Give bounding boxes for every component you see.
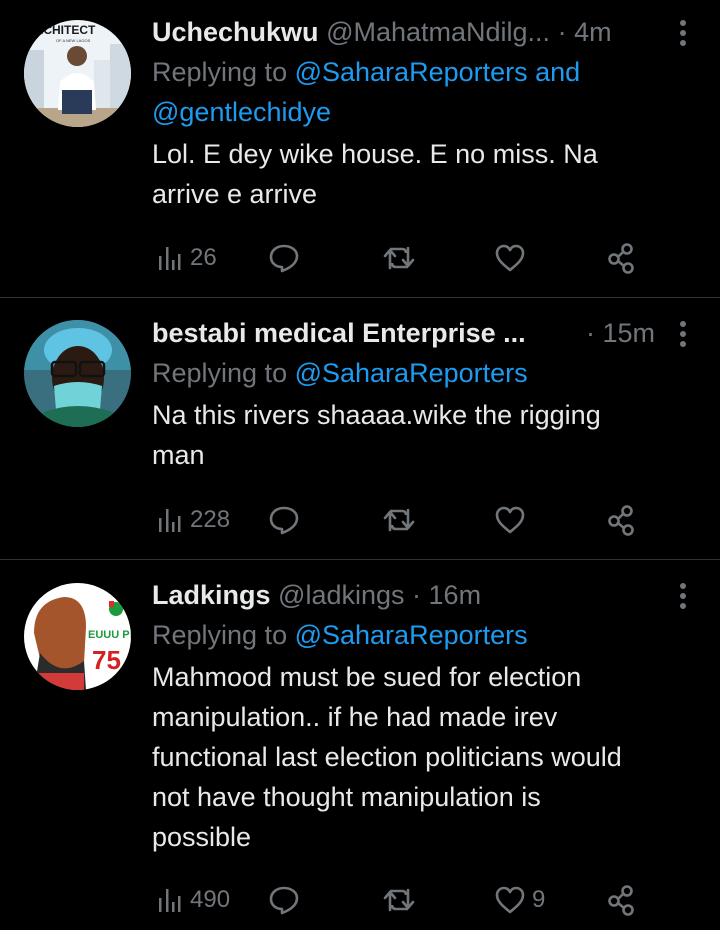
more-options-icon[interactable] [680, 321, 686, 347]
replying-to: Replying to @SaharaReporters [152, 615, 700, 655]
avatar[interactable]: EUUU P! 75 [24, 583, 131, 690]
more-options-icon[interactable] [680, 20, 686, 46]
reply-button[interactable] [268, 500, 300, 540]
display-name[interactable]: Ladkings [152, 580, 271, 610]
retweet-button[interactable] [382, 880, 416, 920]
share-icon [608, 505, 634, 536]
share-icon [608, 243, 634, 274]
views-count: 490 [190, 886, 231, 913]
tweet-text-line: Na this rivers shaaaa.wike the rigging [152, 400, 601, 430]
tweet-text-line: possible [152, 822, 252, 852]
tweet-text-line: manipulation.. if he had made irev [152, 702, 558, 732]
mention-link[interactable]: @SaharaReporters and [295, 57, 581, 87]
user-handle[interactable]: @MahatmaNdilg... [326, 17, 550, 47]
tweet-text: Lol. E dey wike house. E no miss. Na arr… [152, 134, 700, 214]
share-button[interactable] [606, 880, 638, 920]
replying-prefix: Replying to [152, 57, 295, 87]
avatar[interactable]: ARCHITECT OF A NEW LAGOS [24, 20, 131, 127]
tweet-actions: 228 [156, 500, 720, 540]
likes-count: 9 [532, 886, 546, 913]
share-button[interactable] [606, 500, 638, 540]
mention-link[interactable]: @SaharaReporters [295, 620, 528, 650]
tweet[interactable]: bestabi medical Enterprise ... · 15m Rep… [0, 298, 720, 560]
mention-link[interactable]: @gentlechidye [152, 97, 331, 127]
avatar-subtitle: OF A NEW LAGOS [56, 38, 91, 43]
heart-icon [495, 244, 525, 272]
tweet-text: Mahmood must be sued for election manipu… [152, 657, 700, 857]
retweet-button[interactable] [382, 500, 416, 540]
replying-prefix: Replying to [152, 620, 295, 650]
retweet-icon [383, 888, 415, 912]
reply-icon [269, 244, 299, 273]
mention-link[interactable]: @SaharaReporters [295, 358, 528, 388]
replying-to: Replying to @SaharaReporters [152, 353, 700, 393]
tweet-text-line: Lol. E dey wike house. E no miss. Na [152, 139, 598, 169]
timestamp[interactable]: · 4m [558, 17, 612, 47]
tweet-actions: 26 [156, 238, 720, 278]
tweet-text-line: man [152, 440, 205, 470]
display-name[interactable]: bestabi medical Enterprise ... [152, 318, 526, 348]
avatar-number: 75 [92, 645, 121, 675]
views-icon [159, 889, 181, 912]
tweet-header: Ladkings @ladkings · 16m [152, 575, 700, 615]
views-button[interactable]: 490 [156, 880, 230, 920]
replying-to-line2: @gentlechidye [152, 92, 700, 132]
timestamp[interactable]: · 15m [586, 313, 655, 353]
reply-icon [269, 886, 299, 915]
views-button[interactable]: 228 [156, 500, 230, 540]
like-button[interactable] [494, 238, 526, 278]
tweet-text-line: functional last election politicians wou… [152, 742, 622, 772]
tweet[interactable]: ARCHITECT OF A NEW LAGOS Uchechukwu @Mah… [0, 0, 720, 298]
tweet-text: Na this rivers shaaaa.wike the rigging m… [152, 395, 700, 475]
tweet-actions: 490 9 [156, 880, 720, 920]
like-button[interactable]: 9 [494, 880, 545, 920]
retweet-icon [383, 508, 415, 532]
views-count: 26 [190, 244, 217, 271]
replying-to: Replying to @SaharaReporters and [152, 52, 700, 92]
more-options-icon[interactable] [680, 583, 686, 609]
replying-prefix: Replying to [152, 358, 295, 388]
avatar-title: ARCHITECT [26, 23, 96, 37]
views-icon [159, 509, 181, 532]
display-name[interactable]: Uchechukwu [152, 17, 319, 47]
views-icon [159, 247, 181, 270]
heart-icon [495, 886, 525, 914]
tweet-text-line: arrive e arrive [152, 179, 318, 209]
share-button[interactable] [606, 238, 638, 278]
tweet-text-line: not have thought manipulation is [152, 782, 541, 812]
reply-icon [269, 506, 299, 535]
reply-button[interactable] [268, 238, 300, 278]
user-handle[interactable]: @ladkings [278, 580, 404, 610]
views-button[interactable]: 26 [156, 238, 217, 278]
avatar-slogan: EUUU P! [88, 629, 131, 641]
tweet-header: bestabi medical Enterprise ... · 15m [152, 313, 700, 353]
share-icon [608, 885, 634, 916]
retweet-button[interactable] [382, 238, 416, 278]
reply-button[interactable] [268, 880, 300, 920]
like-button[interactable] [494, 500, 526, 540]
avatar[interactable] [24, 320, 131, 427]
retweet-icon [383, 246, 415, 270]
tweet-header: Uchechukwu @MahatmaNdilg... · 4m [152, 12, 700, 52]
views-count: 228 [190, 506, 231, 533]
tweet[interactable]: EUUU P! 75 Ladkings @ladkings · 16m Repl… [0, 560, 720, 930]
tweet-text-line: Mahmood must be sued for election [152, 662, 582, 692]
heart-icon [495, 506, 525, 534]
timestamp[interactable]: · 16m [412, 580, 481, 610]
